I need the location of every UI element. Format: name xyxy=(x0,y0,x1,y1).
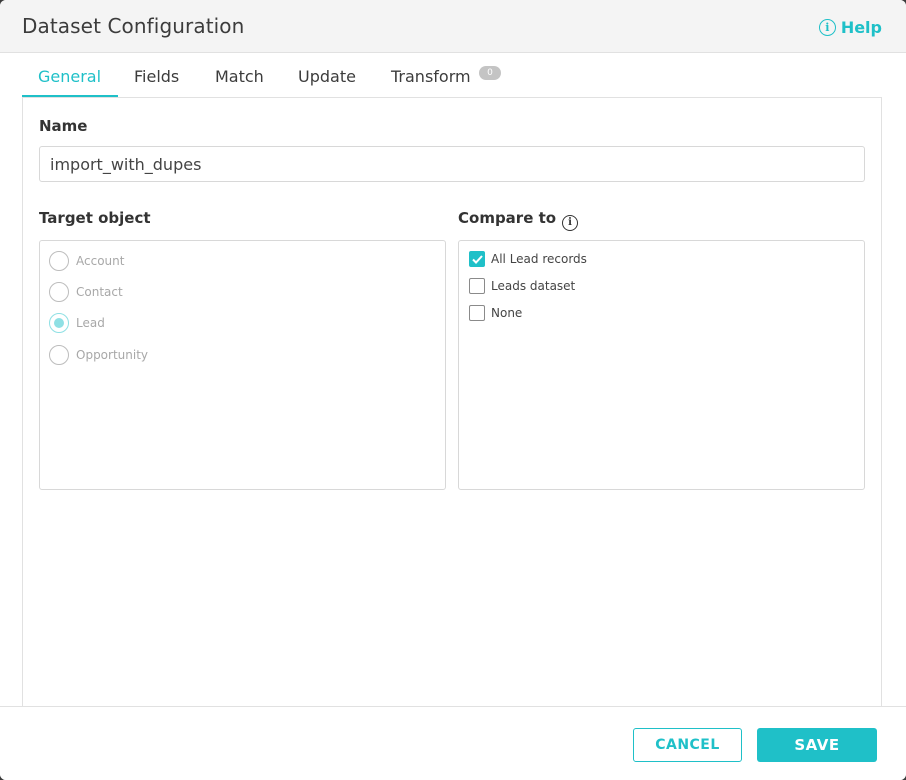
radio-option-opportunity[interactable]: Opportunity xyxy=(49,345,148,365)
radio-label: Contact xyxy=(76,285,123,299)
checkbox[interactable] xyxy=(469,278,485,294)
tab-fields[interactable]: Fields xyxy=(134,67,179,86)
info-circle-icon: i xyxy=(818,19,836,36)
target-object-box xyxy=(39,240,446,490)
checkbox-option-none[interactable]: None xyxy=(469,305,522,321)
name-input[interactable] xyxy=(39,146,865,182)
compare-to-heading: Compare to i xyxy=(458,209,579,231)
radio-button[interactable] xyxy=(49,345,69,365)
radio-label: Account xyxy=(76,254,125,268)
radio-button-selected[interactable] xyxy=(49,313,69,333)
cancel-button[interactable]: CANCEL xyxy=(633,728,742,762)
radio-label: Opportunity xyxy=(76,348,149,362)
checkbox-option-leads-dataset[interactable]: Leads dataset xyxy=(469,278,575,294)
save-button[interactable]: SAVE xyxy=(757,728,877,762)
checkbox-checked[interactable] xyxy=(469,251,485,267)
dialog-title: Dataset Configuration xyxy=(22,14,245,38)
dataset-configuration-dialog: Dataset Configuration i Help General Fie… xyxy=(0,0,906,780)
radio-button[interactable] xyxy=(49,251,69,271)
dialog-header: Dataset Configuration i Help xyxy=(0,0,906,53)
checkbox-label: None xyxy=(491,306,523,320)
tab-transform[interactable]: Transform xyxy=(391,67,471,86)
name-label: Name xyxy=(39,117,88,135)
radio-dot-icon xyxy=(54,318,64,328)
tab-match[interactable]: Match xyxy=(215,67,264,86)
help-link[interactable]: i Help xyxy=(818,18,882,37)
radio-option-lead[interactable]: Lead xyxy=(49,313,105,333)
compare-to-label: Compare to xyxy=(458,209,557,227)
checkmark-icon xyxy=(471,254,483,264)
tab-update[interactable]: Update xyxy=(298,67,356,86)
checkbox-label: All Lead records xyxy=(491,252,587,266)
radio-button[interactable] xyxy=(49,282,69,302)
dialog-footer: CANCEL SAVE xyxy=(0,706,906,780)
radio-option-account[interactable]: Account xyxy=(49,251,124,271)
tab-bar: General Fields Match Update Transform 0 xyxy=(22,53,882,98)
info-icon[interactable]: i xyxy=(562,214,579,231)
checkbox[interactable] xyxy=(469,305,485,321)
radio-label: Lead xyxy=(76,316,105,330)
active-tab-indicator xyxy=(22,95,118,97)
help-label: Help xyxy=(840,18,882,37)
radio-option-contact[interactable]: Contact xyxy=(49,282,123,302)
transform-count-badge: 0 xyxy=(479,66,501,80)
checkbox-option-all-lead-records[interactable]: All Lead records xyxy=(469,251,587,267)
target-object-label: Target object xyxy=(39,209,151,227)
tab-general[interactable]: General xyxy=(38,67,101,86)
checkbox-label: Leads dataset xyxy=(491,279,576,293)
